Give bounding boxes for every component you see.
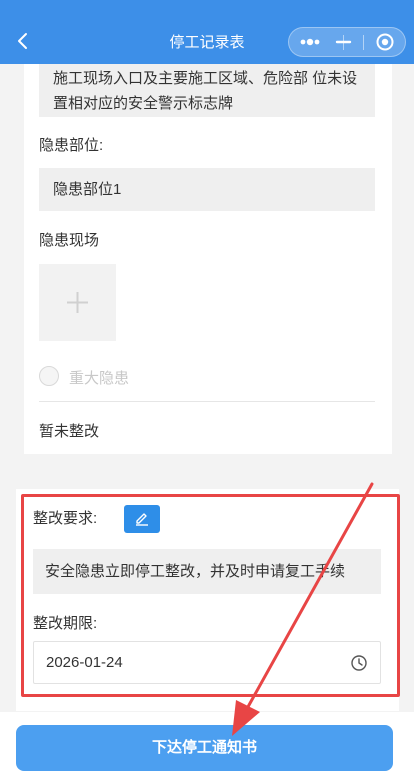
rectification-status: 暂未整改: [39, 423, 100, 440]
close-button[interactable]: [363, 28, 405, 56]
divider: [39, 401, 375, 402]
hazard-location-value: 隐患部位1: [39, 168, 375, 211]
major-hazard-label: 重大隐患: [69, 370, 130, 387]
photo-upload-button[interactable]: [39, 264, 116, 341]
minimize-icon: [335, 40, 352, 44]
hazard-scene-label: 隐患现场: [39, 232, 100, 249]
target-close-icon: [376, 33, 394, 51]
hazard-description: 施工现场入口及主要施工区域、危险部 位未设置相对应的安全警示标志牌: [39, 64, 375, 117]
hazard-location-label: 隐患部位:: [39, 137, 104, 154]
hazard-card-body: 施工现场入口及主要施工区域、危险部 位未设置相对应的安全警示标志牌 隐患部位: …: [24, 64, 392, 454]
hazard-card: 施工现场入口及主要施工区域、危险部 位未设置相对应的安全警示标志牌 隐患部位: …: [16, 64, 399, 476]
mini-program-capsule: [288, 27, 406, 57]
annotation-highlight-frame: [21, 494, 400, 697]
plus-icon: [67, 292, 88, 313]
major-hazard-radio[interactable]: [39, 366, 59, 386]
issue-stop-notice-button[interactable]: 下达停工通知书: [16, 725, 393, 771]
nav-header: 停工记录表: [0, 0, 414, 64]
minimize-button[interactable]: [323, 28, 363, 56]
